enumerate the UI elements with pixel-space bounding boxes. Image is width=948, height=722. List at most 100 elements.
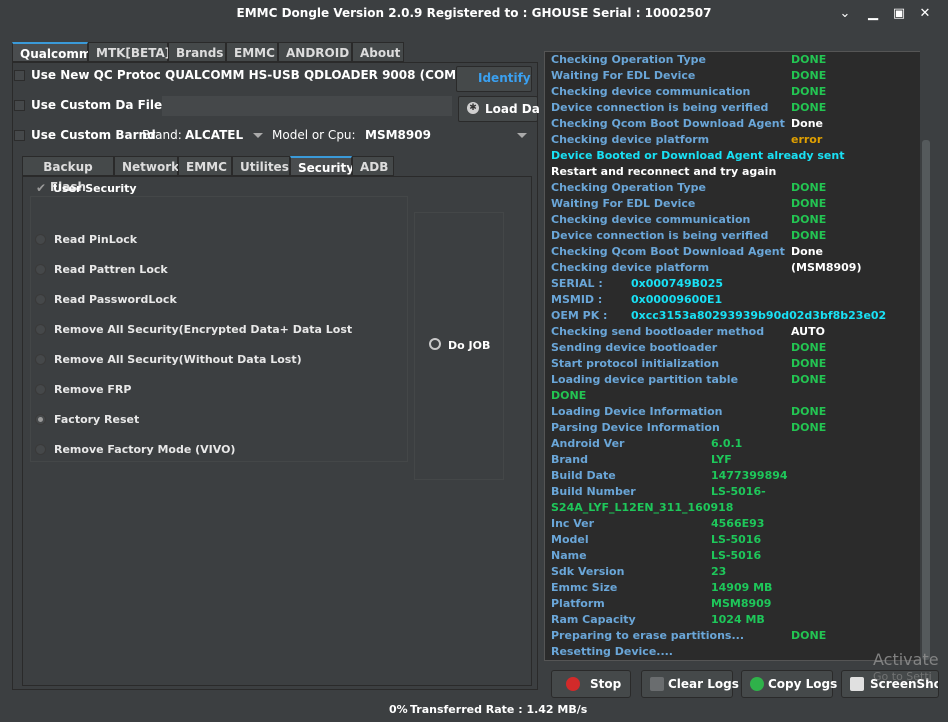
- subtab-network[interactable]: Network: [114, 156, 179, 176]
- activate-watermark: Activate: [873, 650, 939, 669]
- log-line-value: DONE: [791, 405, 827, 418]
- log-panel[interactable]: Checking Operation Type DONE Waiting For E…: [544, 51, 924, 661]
- clear-logs-label: Clear Logs: [668, 677, 739, 691]
- log-line-label: Preparing to erase partitions...: [551, 629, 745, 642]
- log-line-value: AUTO: [791, 325, 825, 338]
- chevron-down-icon[interactable]: [253, 133, 263, 138]
- log-line-label: Device connection is being verified: [551, 101, 769, 114]
- log-line-value: DONE: [791, 341, 827, 354]
- option-read-pinlock[interactable]: Read PinLock: [54, 233, 137, 246]
- option-remove-frp[interactable]: Remove FRP: [54, 383, 131, 396]
- log-line-label: Ram Capacity: [551, 613, 636, 626]
- port-value: QUALCOMM HS-USB QDLOADER 9008 (COM17): [165, 68, 479, 82]
- radio-factory-reset[interactable]: [35, 414, 46, 425]
- log-line-label: Checking device platform: [551, 133, 710, 146]
- log-line-value: DONE: [791, 213, 827, 226]
- log-line-label: SERIAL :: [551, 277, 603, 290]
- log-line-value: LS-5016: [711, 549, 762, 562]
- radio-read-password-lock[interactable]: [35, 294, 46, 305]
- window-title: EMMC Dongle Version 2.0.9 Registered to …: [236, 6, 712, 20]
- radio-remove-all-security-no-data-loss[interactable]: [35, 354, 46, 365]
- da-file-input[interactable]: [162, 96, 452, 116]
- clear-icon: [650, 677, 664, 691]
- use-new-qc-label: Use New QC Protocol: [31, 68, 174, 82]
- subtab-adb[interactable]: ADB: [352, 156, 394, 176]
- log-line-value: 0xcc3153a80293939b90d02d3bf8b23e02: [631, 309, 887, 322]
- log-line-label: Device connection is being verified: [551, 229, 769, 242]
- clear-logs-button[interactable]: Clear Logs: [641, 670, 739, 698]
- log-line-label: Checking device platform: [551, 261, 710, 274]
- log-line-label: S24A_LYF_L12EN_311_160918: [551, 501, 734, 514]
- subtab-emmc[interactable]: EMMC: [178, 156, 232, 176]
- option-remove-factory-mode-vivo[interactable]: Remove Factory Mode (VIVO): [54, 443, 235, 456]
- copy-logs-button[interactable]: Copy Logs: [741, 670, 837, 698]
- use-custom-brand-label: Use Custom Barnd: [31, 128, 156, 142]
- log-line-label: Loading device partition table: [551, 373, 739, 386]
- stop-label: Stop: [590, 677, 622, 691]
- log-line-value: DONE: [791, 181, 827, 194]
- option-read-pattern-lock[interactable]: Read Pattren Lock: [54, 263, 168, 276]
- copy-icon: [750, 677, 764, 691]
- option-factory-reset[interactable]: Factory Reset: [54, 413, 139, 426]
- subtab-utilites[interactable]: Utilites: [232, 156, 290, 176]
- log-line-label: Brand: [551, 453, 588, 466]
- subtab-security[interactable]: Security: [290, 156, 354, 176]
- log-line-label: Model: [551, 533, 589, 546]
- option-remove-all-security-no-data-loss[interactable]: Remove All Security(Without Data Lost): [54, 353, 302, 366]
- load-da-label: Load Da: [485, 102, 540, 116]
- minimize-icon[interactable]: ▁: [862, 4, 884, 24]
- log-line-label: MSMID :: [551, 293, 603, 306]
- copy-logs-label: Copy Logs: [768, 677, 838, 691]
- option-remove-all-security-data-lost[interactable]: Remove All Security(Encrypted Data+ Data…: [54, 323, 352, 336]
- stop-icon: [566, 677, 580, 691]
- use-new-qc-checkbox[interactable]: [14, 70, 25, 81]
- tab-emmc[interactable]: EMMC: [226, 42, 278, 62]
- log-line-label: Parsing Device Information: [551, 421, 720, 434]
- log-line-value: Done: [791, 117, 823, 130]
- model-label: Model or Cpu:: [272, 128, 356, 142]
- radio-remove-factory-mode-vivo[interactable]: [35, 444, 46, 455]
- close-icon[interactable]: ✕: [914, 4, 936, 24]
- subtab-backup-flash[interactable]: Backup Flash: [22, 156, 114, 194]
- log-line-value: DONE: [791, 229, 827, 242]
- radio-read-pattern-lock[interactable]: [35, 264, 46, 275]
- model-combo[interactable]: MSM8909: [365, 128, 431, 142]
- log-line-value: 6.0.1: [711, 437, 743, 450]
- log-line-label: Android Ver: [551, 437, 625, 450]
- log-line-value: DONE: [791, 85, 827, 98]
- radio-remove-frp[interactable]: [35, 384, 46, 395]
- log-line-label: Waiting For EDL Device: [551, 197, 696, 210]
- use-custom-brand-checkbox[interactable]: [14, 130, 25, 141]
- dropdown-icon[interactable]: ⌄: [834, 4, 856, 24]
- option-read-password-lock[interactable]: Read PasswordLock: [54, 293, 177, 306]
- tab-about[interactable]: About: [352, 42, 404, 62]
- log-scrollbar-thumb[interactable]: [922, 140, 930, 660]
- radio-remove-all-security-data-lost[interactable]: [35, 324, 46, 335]
- tab-qualcomm[interactable]: Qualcomm: [12, 42, 91, 62]
- log-line-value: MSM8909: [711, 597, 772, 610]
- chevron-down-icon[interactable]: [517, 133, 527, 138]
- tab-brands[interactable]: Brands: [168, 42, 226, 62]
- log-line-value: 1477399894: [711, 469, 788, 482]
- brand-combo[interactable]: ALCATEL: [185, 128, 243, 142]
- log-line-value: DONE: [791, 629, 827, 642]
- tab-mtk[interactable]: MTK[BETA]: [88, 42, 170, 62]
- log-line-label: Resetting Device....: [551, 645, 673, 658]
- log-line-value: 4566E93: [711, 517, 765, 530]
- radio-read-pinlock[interactable]: [35, 234, 46, 245]
- log-line-value: LS-5016: [711, 533, 762, 546]
- brand-label: Brand:: [142, 128, 182, 142]
- stop-button[interactable]: Stop: [551, 670, 631, 698]
- camera-icon: [850, 677, 864, 691]
- use-custom-da-checkbox[interactable]: [14, 100, 25, 111]
- check-icon: ✔: [36, 181, 47, 195]
- gear-icon: [429, 338, 441, 350]
- log-line-label: DONE: [551, 389, 587, 402]
- maximize-icon[interactable]: ▣: [888, 4, 910, 24]
- log-line-label: Checking device communication: [551, 85, 751, 98]
- log-line-value: 0x000749B025: [631, 277, 724, 290]
- tab-android[interactable]: ANDROID: [278, 42, 352, 62]
- log-line-value: DONE: [791, 53, 827, 66]
- log-line-value: DONE: [791, 357, 827, 370]
- log-line-label: Checking Operation Type: [551, 53, 706, 66]
